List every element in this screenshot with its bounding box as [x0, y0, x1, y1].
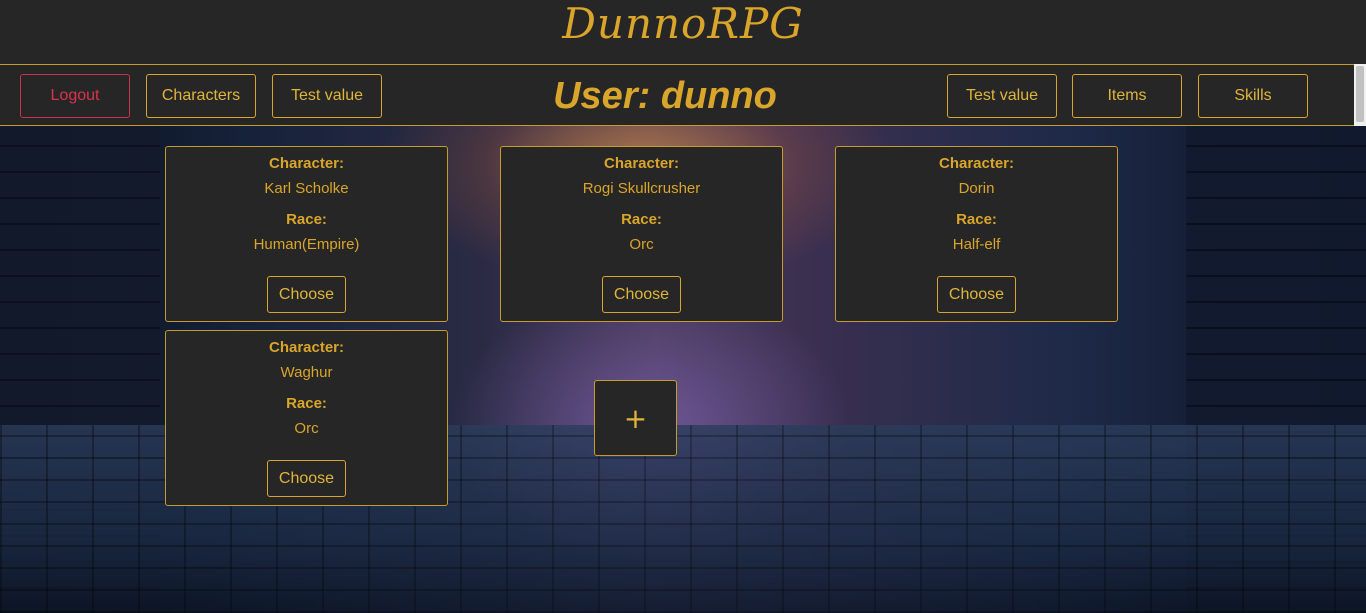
characters-button[interactable]: Characters	[146, 74, 256, 118]
test-value-button-left[interactable]: Test value	[272, 74, 382, 118]
race-label: Race:	[286, 395, 327, 412]
test-value-button-right[interactable]: Test value	[947, 74, 1057, 118]
character-name: Rogi Skullcrusher	[582, 180, 701, 197]
app-title: DunnoRPG	[562, 0, 804, 48]
character-name: Karl Scholke	[264, 180, 349, 197]
choose-button[interactable]: Choose	[267, 460, 346, 497]
character-name: Waghur	[280, 364, 333, 381]
race-value: Human(Empire)	[253, 236, 360, 253]
choose-button[interactable]: Choose	[267, 276, 346, 313]
race-label: Race:	[286, 211, 327, 228]
character-label: Character:	[268, 339, 345, 356]
character-label: Character:	[603, 155, 680, 172]
choose-button[interactable]: Choose	[937, 276, 1016, 313]
scrollbar-thumb[interactable]	[1356, 66, 1364, 122]
add-character-button[interactable]: +	[594, 380, 677, 456]
logout-button[interactable]: Logout	[20, 74, 130, 118]
character-card: Character: Dorin Race: Half-elf Choose	[835, 146, 1118, 322]
character-name: Dorin	[958, 180, 995, 197]
character-card: Character: Rogi Skullcrusher Race: Orc C…	[500, 146, 783, 322]
character-card: Character: Waghur Race: Orc Choose	[165, 330, 448, 506]
plus-icon: +	[623, 401, 648, 435]
scrollbar[interactable]	[1354, 64, 1366, 126]
character-label: Character:	[268, 155, 345, 172]
character-card: Character: Karl Scholke Race: Human(Empi…	[165, 146, 448, 322]
title-bar: DunnoRPG	[0, 0, 1366, 64]
race-value: Orc	[294, 420, 319, 437]
choose-button[interactable]: Choose	[602, 276, 681, 313]
race-value: Orc	[629, 236, 654, 253]
race-label: Race:	[956, 211, 997, 228]
items-button[interactable]: Items	[1072, 74, 1182, 118]
character-label: Character:	[938, 155, 1015, 172]
race-value: Half-elf	[952, 236, 1001, 253]
skills-button[interactable]: Skills	[1198, 74, 1308, 118]
race-label: Race:	[621, 211, 662, 228]
nav-bar: User: dunno Logout Characters Test value…	[0, 64, 1354, 126]
